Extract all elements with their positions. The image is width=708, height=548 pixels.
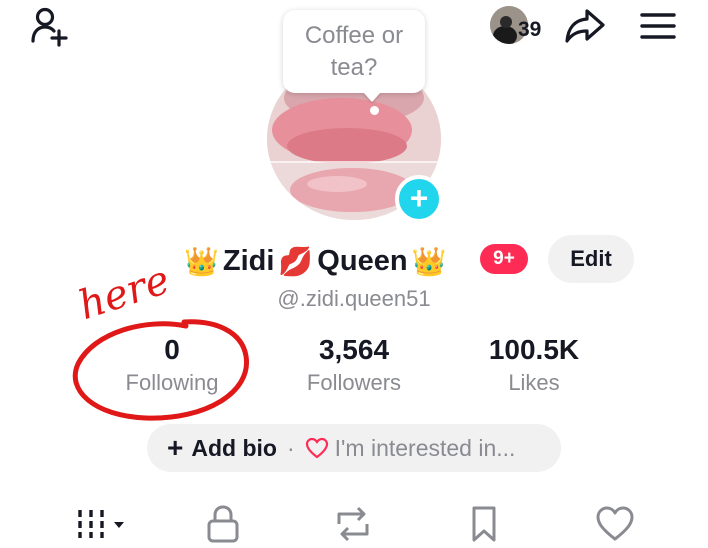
profile-name: Zidi <box>222 244 275 277</box>
likes-label: Likes <box>508 370 560 395</box>
story-avatar-button[interactable]: 39 <box>490 6 552 46</box>
bubble-text-line1: Coffee or <box>304 22 404 49</box>
bubble-text-line2: tea? <box>330 54 378 81</box>
tab-liked[interactable] <box>590 502 640 546</box>
profile-name-row: 👑 Zidi 💋 Queen 👑 <box>180 238 450 284</box>
followers-label: Followers <box>306 370 402 395</box>
story-note-bubble[interactable]: Coffee or tea? <box>283 10 425 93</box>
tab-saved[interactable] <box>464 502 504 546</box>
tab-reposts[interactable] <box>328 502 378 546</box>
add-avatar-button[interactable]: + <box>395 175 443 223</box>
heart-outline-icon <box>305 437 328 459</box>
bookmark-icon <box>472 506 496 542</box>
followers-count: 3,564 <box>318 334 390 365</box>
notification-badge[interactable]: 9+ <box>480 244 528 274</box>
share-icon[interactable] <box>562 6 608 46</box>
edit-profile-button[interactable]: Edit <box>548 235 634 283</box>
interests-label: I'm interested in... <box>334 434 516 461</box>
crown-icon: 👑 <box>184 245 219 277</box>
tab-videos[interactable] <box>70 502 132 546</box>
add-bio-label: Add bio <box>191 434 277 461</box>
story-count: 39 <box>518 18 542 41</box>
grid-icon <box>78 510 124 538</box>
repost-icon <box>337 506 369 542</box>
plus-icon: + <box>167 432 184 463</box>
bubble-dot <box>370 106 379 115</box>
add-bio-button[interactable]: + Add bio <box>167 434 277 462</box>
annotation-circle <box>72 319 249 421</box>
menu-icon[interactable] <box>636 8 680 44</box>
crown-icon: 👑 <box>411 245 447 277</box>
likes-count: 100.5K <box>488 334 580 365</box>
interests-button[interactable]: I'm interested in... <box>305 434 516 462</box>
bio-separator: · <box>286 434 295 461</box>
lock-icon <box>207 505 239 543</box>
tab-private[interactable] <box>200 502 246 546</box>
add-friend-icon[interactable] <box>26 4 74 48</box>
bubble-tail <box>363 92 381 102</box>
plus-icon: + <box>409 179 429 216</box>
heart-icon <box>596 506 634 541</box>
lips-icon: 💋 <box>278 245 314 277</box>
profile-name-part2: Queen <box>317 244 408 277</box>
